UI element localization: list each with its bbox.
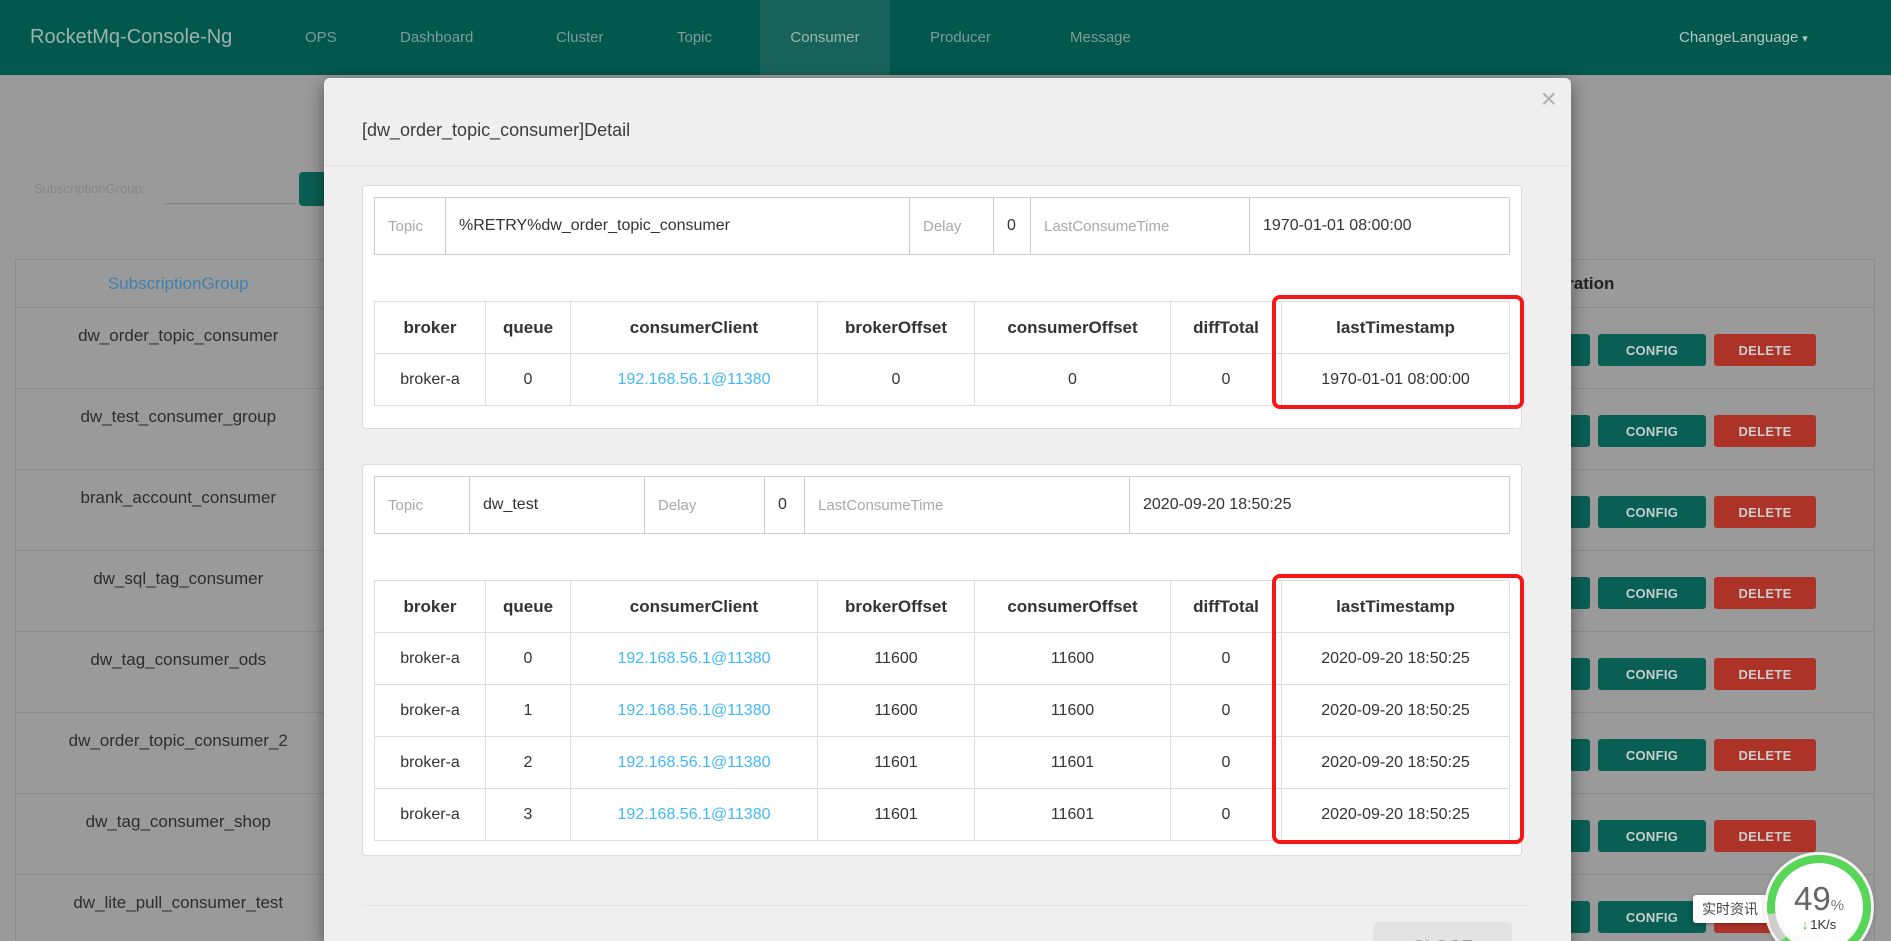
consumer-client-link[interactable]: 192.168.56.1@11380 xyxy=(571,633,818,685)
group-name: dw_test_consumer_group xyxy=(16,389,341,470)
dw-test-topic-section: Topic dw_test Delay 0 LastConsumeTime 20… xyxy=(362,464,1522,856)
delete-button[interactable]: DELETE xyxy=(1714,415,1816,447)
topic-value: dw_test xyxy=(483,496,538,514)
broker-offset-header: brokerOffset xyxy=(818,581,975,633)
group-name: brank_account_consumer xyxy=(16,470,341,551)
subscription-group-column-header[interactable]: SubscriptionGroup xyxy=(108,274,249,293)
group-name: dw_lite_pull_consumer_test xyxy=(16,875,341,941)
config-button[interactable]: CONFIG xyxy=(1598,658,1706,690)
consumer-client-link[interactable]: 192.168.56.1@11380 xyxy=(571,789,818,841)
nav-item-consumer[interactable]: Consumer xyxy=(760,0,890,75)
percent-value: 49 xyxy=(1794,880,1831,917)
consumer-client-link[interactable]: 192.168.56.1@11380 xyxy=(571,737,818,789)
last-timestamp-header: lastTimestamp xyxy=(1282,581,1510,633)
consumer-detail-modal: × [dw_order_topic_consumer]Detail Topic … xyxy=(324,78,1571,941)
group-name: dw_order_topic_consumer xyxy=(16,308,341,389)
last-timestamp-header: lastTimestamp xyxy=(1282,302,1510,354)
group-name: dw_sql_tag_consumer xyxy=(16,551,341,632)
detail-row: broker-a 1 192.168.56.1@11380 11600 1160… xyxy=(375,685,1510,737)
broker-header: broker xyxy=(375,302,486,354)
consumer-client-header: consumerClient xyxy=(571,581,818,633)
topic-info-group: Topic %RETRY%dw_order_topic_consumer Del… xyxy=(374,197,1510,255)
queue-detail-table: broker queue consumerClient brokerOffset… xyxy=(374,580,1510,841)
config-button[interactable]: CONFIG xyxy=(1598,739,1706,771)
queue-header: queue xyxy=(486,302,571,354)
last-consume-time-label: LastConsumeTime xyxy=(818,497,943,514)
group-name: dw_order_topic_consumer_2 xyxy=(16,713,341,794)
config-button[interactable]: CONFIG xyxy=(1598,901,1706,933)
config-button[interactable]: CONFIG xyxy=(1598,496,1706,528)
detail-row: broker-a 2 192.168.56.1@11380 11601 1160… xyxy=(375,737,1510,789)
config-button[interactable]: CONFIG xyxy=(1598,577,1706,609)
last-consume-time-label: LastConsumeTime xyxy=(1044,218,1169,235)
detail-header-row: broker queue consumerClient brokerOffset… xyxy=(375,581,1510,633)
download-arrow-icon: ↓ xyxy=(1802,917,1809,932)
footer-divider xyxy=(362,905,1529,906)
delete-button[interactable]: DELETE xyxy=(1714,577,1816,609)
delay-value: 0 xyxy=(778,496,787,514)
nav-item-message[interactable]: Message xyxy=(1070,0,1131,75)
detail-row: broker-a 3 192.168.56.1@11380 11601 1160… xyxy=(375,789,1510,841)
consumer-client-link[interactable]: 192.168.56.1@11380 xyxy=(571,685,818,737)
speed-value: 1K/s xyxy=(1810,917,1836,932)
consumer-offset-header: consumerOffset xyxy=(975,302,1171,354)
topic-info-group: Topic dw_test Delay 0 LastConsumeTime 20… xyxy=(374,476,1510,534)
nav-item-topic[interactable]: Topic xyxy=(677,0,712,75)
delete-button[interactable]: DELETE xyxy=(1714,496,1816,528)
close-icon[interactable]: × xyxy=(1541,82,1557,116)
percent-unit: % xyxy=(1831,897,1844,914)
modal-title: [dw_order_topic_consumer]Detail xyxy=(362,120,630,141)
delete-button[interactable]: DELETE xyxy=(1714,820,1816,852)
last-consume-time-value: 1970-01-01 08:00:00 xyxy=(1263,217,1412,235)
last-consume-time-value: 2020-09-20 18:50:25 xyxy=(1143,496,1292,514)
topic-label: Topic xyxy=(388,218,423,235)
broker-header: broker xyxy=(375,581,486,633)
consumer-offset-header: consumerOffset xyxy=(975,581,1171,633)
queue-detail-table: broker queue consumerClient brokerOffset… xyxy=(374,301,1510,406)
group-name: dw_tag_consumer_ods xyxy=(16,632,341,713)
brand-logo[interactable]: RocketMq-Console-Ng xyxy=(30,0,232,75)
config-button[interactable]: CONFIG xyxy=(1598,334,1706,366)
group-name: dw_tag_consumer_shop xyxy=(16,794,341,875)
detail-row: broker-a 0 192.168.56.1@11380 11600 1160… xyxy=(375,633,1510,685)
consumer-client-link[interactable]: 192.168.56.1@11380 xyxy=(571,354,818,406)
change-language-dropdown[interactable]: ChangeLanguage▾ xyxy=(1679,0,1808,77)
broker-offset-header: brokerOffset xyxy=(818,302,975,354)
delete-button[interactable]: DELETE xyxy=(1714,739,1816,771)
title-divider xyxy=(324,165,1571,166)
topic-value: %RETRY%dw_order_topic_consumer xyxy=(459,217,730,235)
delay-label: Delay xyxy=(658,497,696,514)
diff-total-header: diffTotal xyxy=(1171,581,1282,633)
consumer-client-header: consumerClient xyxy=(571,302,818,354)
nav-item-ops[interactable]: OPS xyxy=(305,0,337,75)
delete-button[interactable]: DELETE xyxy=(1714,334,1816,366)
progress-ring-inner: 49% ↓1K/s xyxy=(1775,863,1863,941)
retry-topic-section: Topic %RETRY%dw_order_topic_consumer Del… xyxy=(362,185,1522,429)
config-button[interactable]: CONFIG xyxy=(1598,820,1706,852)
config-button[interactable]: CONFIG xyxy=(1598,415,1706,447)
delay-label: Delay xyxy=(923,218,961,235)
detail-header-row: broker queue consumerClient brokerOffset… xyxy=(375,302,1510,354)
topic-label: Topic xyxy=(388,497,423,514)
nav-item-dashboard[interactable]: Dashboard xyxy=(400,0,473,75)
screen: SubscriptionGroup: SubscriptionGroup Ope… xyxy=(0,0,1891,941)
subscription-group-label: SubscriptionGroup: xyxy=(34,181,145,196)
news-tooltip-text: 实时资讯 xyxy=(1702,899,1758,919)
queue-header: queue xyxy=(486,581,571,633)
delay-value: 0 xyxy=(1007,217,1016,235)
detail-row: broker-a 0 192.168.56.1@11380 0 0 0 1970… xyxy=(375,354,1510,406)
nav-item-producer[interactable]: Producer xyxy=(930,0,991,75)
nav-item-cluster[interactable]: Cluster xyxy=(556,0,604,75)
close-button[interactable]: CLOSE xyxy=(1373,922,1512,941)
delete-button[interactable]: DELETE xyxy=(1714,658,1816,690)
subscription-group-input[interactable] xyxy=(165,172,295,204)
chevron-down-icon: ▾ xyxy=(1802,33,1808,45)
top-navbar: RocketMq-Console-Ng OPS Dashboard Cluste… xyxy=(0,0,1891,75)
diff-total-header: diffTotal xyxy=(1171,302,1282,354)
